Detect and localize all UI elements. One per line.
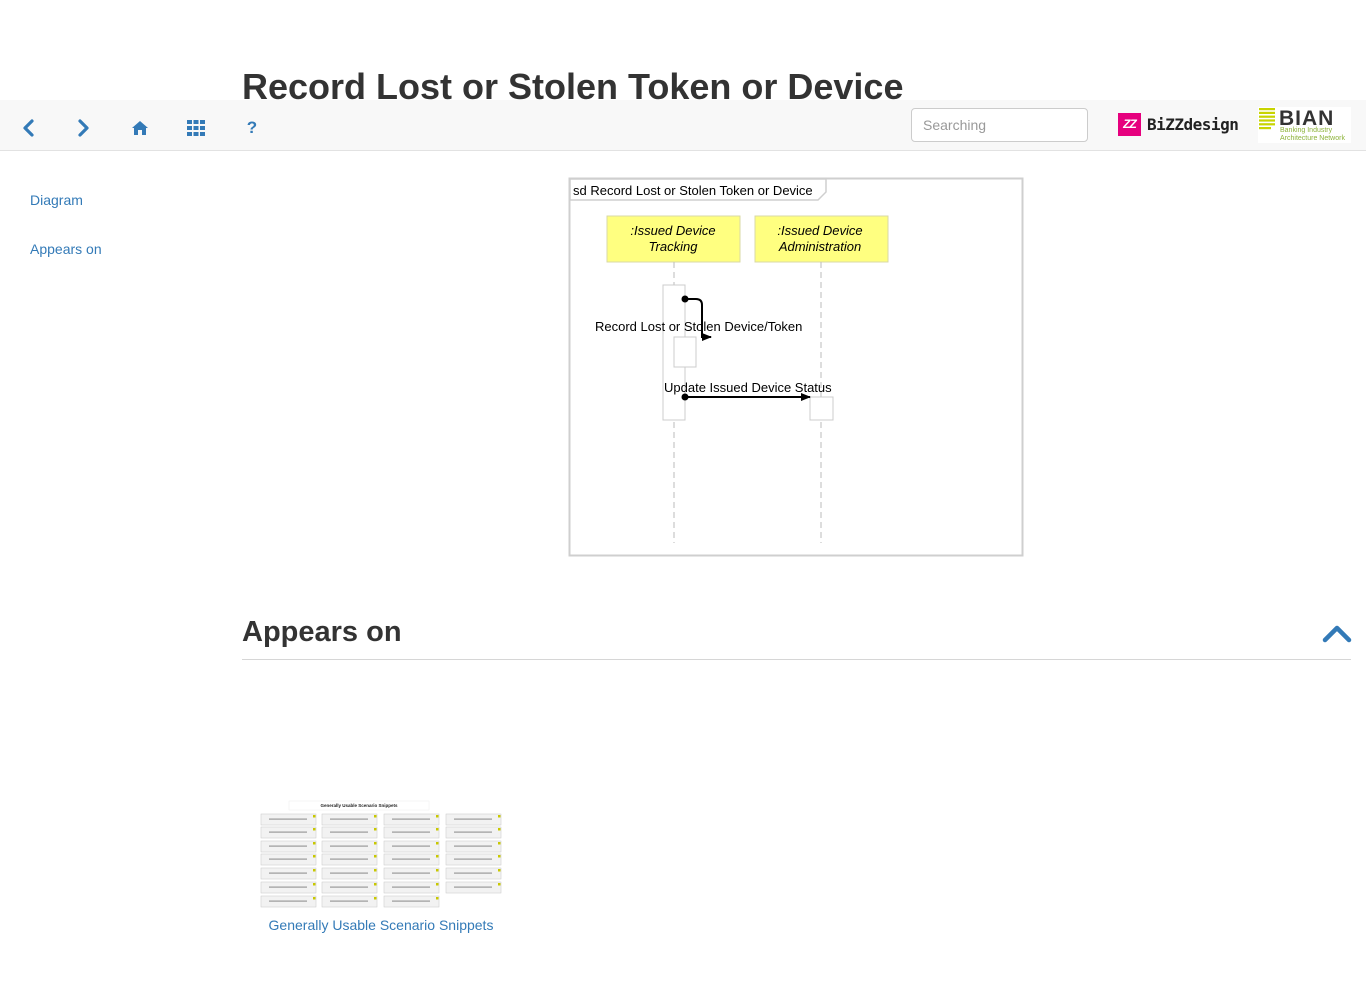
thumbnail-cell-marker	[498, 869, 501, 872]
sidenav-item-diagram[interactable]: Diagram	[30, 192, 102, 241]
thumbnail-cell-text	[454, 886, 492, 888]
thumbnail-cell-marker	[374, 869, 377, 872]
thumbnail-cell-marker	[436, 828, 439, 831]
home-icon	[132, 121, 148, 135]
bian-stripes-icon	[1259, 108, 1275, 130]
thumbnail-cell-text	[269, 818, 307, 820]
back-button[interactable]	[12, 112, 44, 144]
thumbnail-title: Generally Usable Scenario Snippets	[320, 803, 398, 808]
thumbnail-cell-text	[330, 858, 368, 860]
help-icon: ?	[246, 118, 258, 137]
activation-tracking-self	[673, 336, 697, 368]
chevron-left-icon	[23, 119, 34, 137]
thumbnail-cell-text	[330, 886, 368, 888]
thumbnail-cell-marker	[498, 815, 501, 818]
thumbnail-cell-marker	[436, 883, 439, 886]
thumbnail-cell-text	[330, 831, 368, 833]
bizzdesign-logo: ZZ BiZZdesign	[1118, 111, 1239, 137]
thumbnail-cell-text	[392, 858, 430, 860]
lifeline-tracking-line1: :Issued Device	[630, 223, 715, 238]
thumbnail-cell-text	[392, 845, 430, 847]
thumbnail-cell-text	[454, 831, 492, 833]
search-input[interactable]	[911, 108, 1088, 142]
thumbnail-cell-text	[454, 845, 492, 847]
thumbnail-cell-text	[269, 900, 307, 902]
thumbnail-cell-marker	[313, 815, 316, 818]
thumbnail-cell-marker	[313, 883, 316, 886]
thumbnail-cell-marker	[436, 842, 439, 845]
thumbnail-cell-text	[269, 845, 307, 847]
call-message-label: Update Issued Device Status	[664, 380, 832, 395]
thumbnail-cell-marker	[313, 897, 316, 900]
thumbnail-cell-text	[269, 858, 307, 860]
thumbnail-cell-marker	[313, 855, 316, 858]
thumbnail-cell-text	[392, 818, 430, 820]
appears-on-link[interactable]: Generally Usable Scenario Snippets	[242, 917, 520, 933]
thumbnail-cell-text	[392, 831, 430, 833]
chevron-right-icon	[78, 119, 89, 137]
activation-administration	[809, 396, 834, 421]
thumbnail-cell-text	[392, 872, 430, 874]
thumbnail-cell-text	[330, 900, 368, 902]
lifeline-tracking-line2: Tracking	[649, 239, 699, 254]
thumbnail-cell-marker	[436, 869, 439, 872]
side-navigation: Diagram Appears on	[30, 192, 102, 290]
grid-icon	[187, 120, 205, 136]
toolbar: ? ZZ BiZZdesign BIAN Banking Industry Ar…	[0, 100, 1366, 151]
thumbnail-grid	[260, 813, 502, 908]
forward-button[interactable]	[68, 112, 100, 144]
self-message-label: Record Lost or Stolen Device/Token	[595, 319, 802, 334]
thumbnail-cell-marker	[498, 855, 501, 858]
thumbnail-cell-marker	[436, 897, 439, 900]
thumbnail-cell-marker	[436, 855, 439, 858]
thumbnail-cell-marker	[498, 842, 501, 845]
thumbnail-cell-text	[454, 818, 492, 820]
overview-button[interactable]	[180, 112, 212, 144]
sequence-diagram: sd Record Lost or Stolen Token or Device…	[568, 177, 1024, 557]
thumbnail-cell-marker	[313, 869, 316, 872]
thumbnail-cell-text	[454, 858, 492, 860]
thumbnail-cell-text	[330, 818, 368, 820]
lifeline-administration-line2: Administration	[778, 239, 861, 254]
thumbnail-cell-marker	[498, 883, 501, 886]
section-divider	[242, 659, 1351, 660]
sidenav-item-appears-on[interactable]: Appears on	[30, 241, 102, 290]
thumbnail-cell-marker	[374, 842, 377, 845]
thumbnail-cell-marker	[374, 815, 377, 818]
thumbnail-cell-text	[269, 886, 307, 888]
lifeline-administration-line1: :Issued Device	[777, 223, 862, 238]
thumbnail-cell-marker	[374, 828, 377, 831]
thumbnail-cell-text	[269, 831, 307, 833]
bian-tagline-1: Banking Industry	[1280, 127, 1333, 134]
frame-label: sd Record Lost or Stolen Token or Device	[573, 183, 813, 198]
thumbnail-cell-text	[330, 845, 368, 847]
thumbnail-cell-marker	[313, 828, 316, 831]
thumbnail-cell-marker	[374, 855, 377, 858]
bizzdesign-mark: ZZ	[1118, 112, 1141, 136]
appears-on-heading: Appears on	[242, 616, 402, 648]
thumbnail-cell-text	[330, 872, 368, 874]
thumbnail-cell-marker	[313, 842, 316, 845]
home-button[interactable]	[124, 112, 156, 144]
thumbnail-cell-text	[454, 872, 492, 874]
diagram-thumbnail[interactable]: Generally Usable Scenario Snippets	[259, 800, 503, 910]
help-button[interactable]: ?	[236, 112, 268, 144]
thumbnail-cell-marker	[498, 828, 501, 831]
thumbnail-cell-text	[392, 900, 430, 902]
thumbnail-cell-marker	[436, 815, 439, 818]
thumbnail-cell-text	[269, 872, 307, 874]
bian-logo: BIAN Banking Industry Architecture Netwo…	[1258, 107, 1351, 143]
bian-tagline-2: Architecture Network	[1280, 135, 1345, 142]
bizzdesign-name: BiZZdesign	[1147, 114, 1239, 134]
chevron-up-icon[interactable]	[1322, 622, 1352, 644]
thumbnail-cell-text	[392, 886, 430, 888]
thumbnail-cell-marker	[374, 897, 377, 900]
thumbnail-cell-marker	[374, 883, 377, 886]
